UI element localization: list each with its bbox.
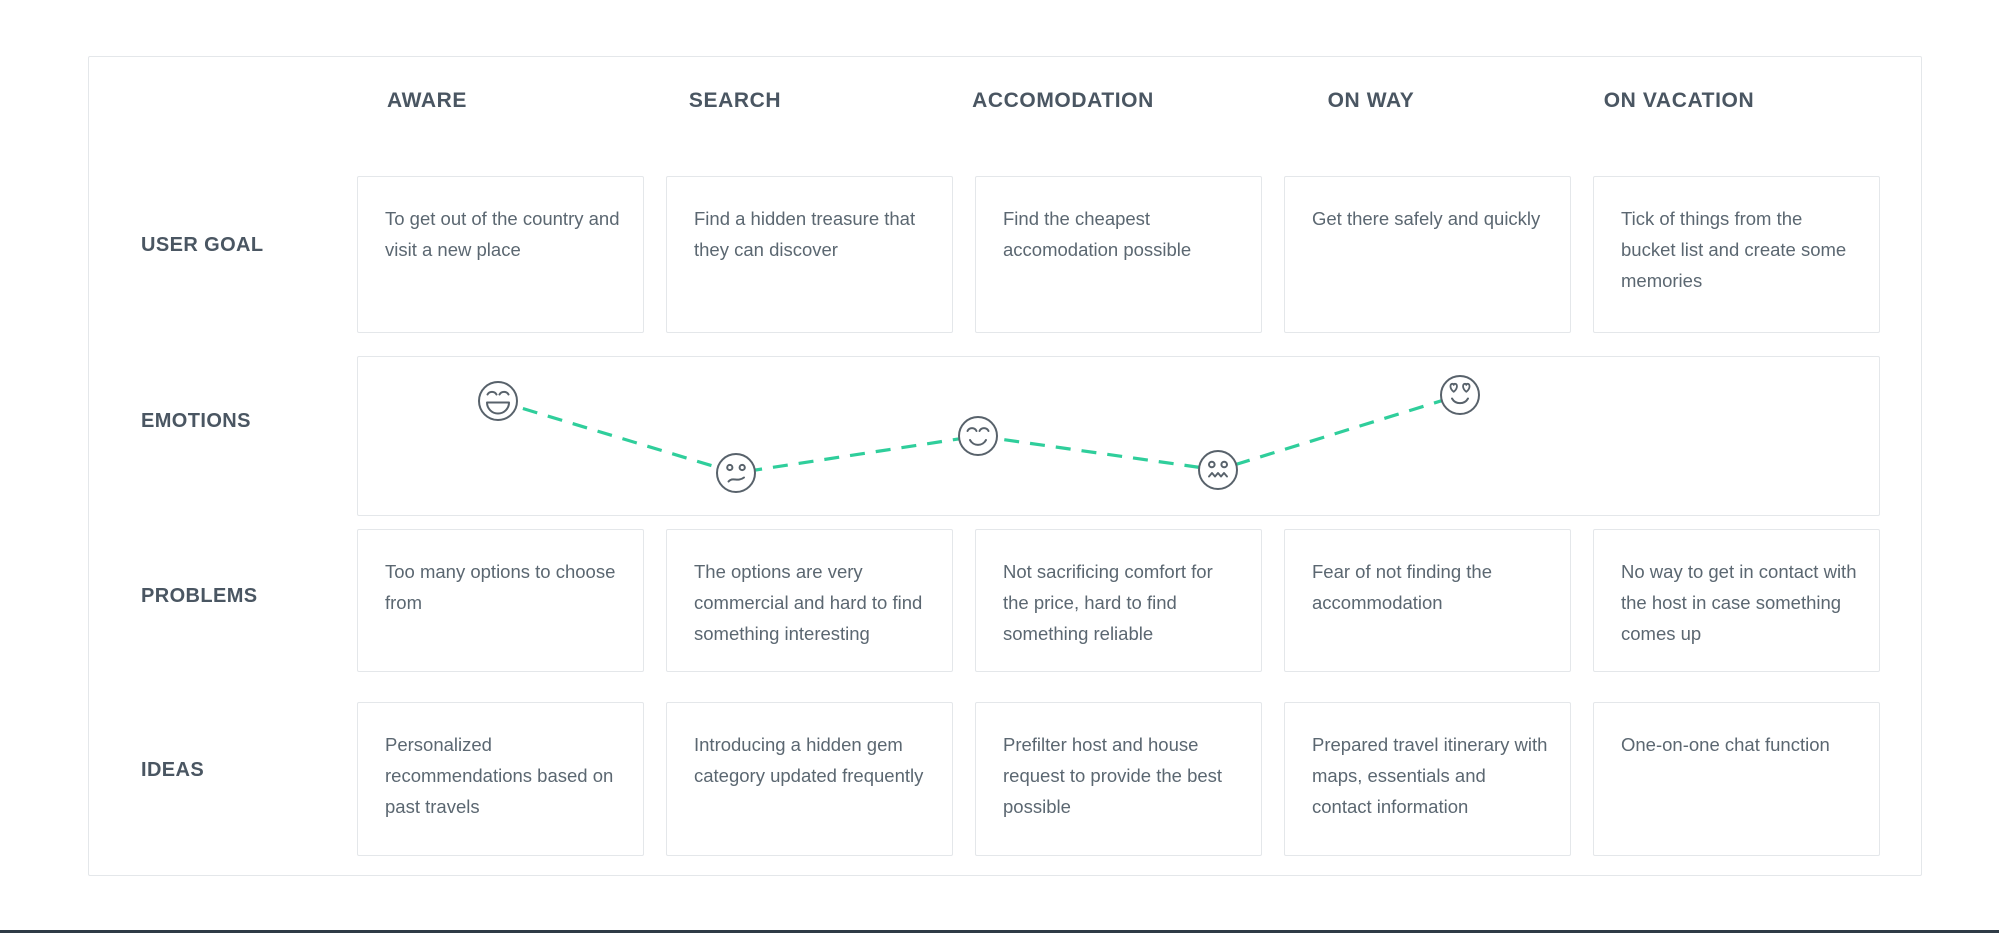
cell-user-goal-search[interactable]: Find a hidden treasure that they can dis…: [666, 176, 953, 333]
face-heart-eyes-icon: [1440, 375, 1480, 415]
cell-text: Get there safely and quickly: [1312, 208, 1541, 229]
emotions-line-chart: [478, 375, 1480, 493]
cell-text: No way to get in contact with the host i…: [1621, 561, 1857, 644]
cell-problems-on-way[interactable]: Fear of not finding the accommodation: [1284, 529, 1571, 672]
row-label-ideas: IDEAS: [141, 759, 205, 781]
journey-map-page: AWARE SEARCH ACCOMODATION ON WAY ON VACA…: [0, 0, 1999, 933]
cell-text: Tick of things from the bucket list and …: [1621, 208, 1847, 291]
cell-user-goal-aware[interactable]: To get out of the country and visit a ne…: [357, 176, 644, 333]
cell-text: Find a hidden treasure that they can dis…: [694, 208, 916, 260]
row-label-user-goal: USER GOAL: [141, 234, 264, 256]
cell-user-goal-accomodation[interactable]: Find the cheapest accomodation possible: [975, 176, 1262, 333]
cell-user-goal-on-way[interactable]: Get there safely and quickly: [1284, 176, 1571, 333]
cell-text: Prefilter host and house request to prov…: [1003, 734, 1223, 817]
cell-text: Too many options to choose from: [385, 561, 616, 613]
column-header-on-vacation: ON VACATION: [1603, 89, 1755, 112]
cell-ideas-accomodation[interactable]: Prefilter host and house request to prov…: [975, 702, 1262, 856]
cell-ideas-aware[interactable]: Personalized recommendations based on pa…: [357, 702, 644, 856]
cell-text: Fear of not finding the accommodation: [1312, 561, 1492, 613]
face-laughing-icon: [478, 381, 518, 421]
cell-text: To get out of the country and visit a ne…: [385, 208, 620, 260]
emotions-chart-panel: [357, 356, 1880, 516]
cell-text: Introducing a hidden gem category update…: [694, 734, 924, 786]
cell-text: One-on-one chat function: [1621, 734, 1830, 755]
column-header-search: SEARCH: [688, 89, 782, 112]
row-label-problems: PROBLEMS: [141, 585, 258, 607]
cell-problems-on-vacation[interactable]: No way to get in contact with the host i…: [1593, 529, 1880, 672]
face-worried-icon: [1198, 450, 1238, 490]
column-header-aware: AWARE: [386, 89, 467, 112]
cell-ideas-on-vacation[interactable]: One-on-one chat function: [1593, 702, 1880, 856]
cell-problems-search[interactable]: The options are very commercial and hard…: [666, 529, 953, 672]
cell-text: Personalized recommendations based on pa…: [385, 734, 614, 817]
face-content-icon: [958, 416, 998, 456]
cell-problems-aware[interactable]: Too many options to choose from: [357, 529, 644, 672]
column-header-accomodation: ACCOMODATION: [972, 89, 1154, 112]
face-confused-icon: [716, 453, 756, 493]
cell-ideas-on-way[interactable]: Prepared travel itinerary with maps, ess…: [1284, 702, 1571, 856]
row-label-emotions: EMOTIONS: [141, 410, 251, 432]
cell-problems-accomodation[interactable]: Not sacrificing comfort for the price, h…: [975, 529, 1262, 672]
cell-text: Prepared travel itinerary with maps, ess…: [1312, 734, 1548, 817]
cell-text: Find the cheapest accomodation possible: [1003, 208, 1192, 260]
cell-text: Not sacrificing comfort for the price, h…: [1003, 561, 1213, 644]
cell-text: The options are very commercial and hard…: [694, 561, 923, 644]
cell-user-goal-on-vacation[interactable]: Tick of things from the bucket list and …: [1593, 176, 1880, 333]
column-header-on-way: ON WAY: [1327, 89, 1415, 112]
cell-ideas-search[interactable]: Introducing a hidden gem category update…: [666, 702, 953, 856]
journey-map-board: AWARE SEARCH ACCOMODATION ON WAY ON VACA…: [88, 56, 1922, 876]
